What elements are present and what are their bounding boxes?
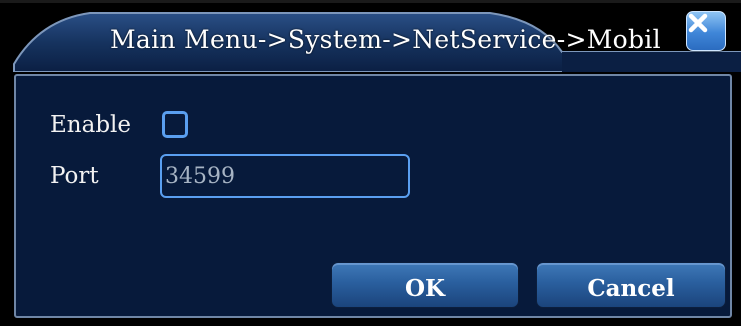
title-bar: Main Menu->System->NetService->Mobil (0, 0, 741, 72)
enable-checkbox[interactable] (162, 111, 188, 138)
ok-button[interactable]: OK (331, 262, 519, 308)
mobile-service-dialog: Main Menu->System->NetService->Mobil Ena… (0, 0, 741, 326)
enable-label: Enable (50, 112, 132, 138)
port-label: Port (50, 163, 99, 189)
dialog-title: Main Menu->System->NetService->Mobil (110, 25, 661, 54)
close-button[interactable] (686, 11, 726, 51)
cancel-button-label: Cancel (587, 274, 675, 302)
settings-panel: Enable Port OK Cancel (14, 74, 732, 318)
ok-button-label: OK (404, 274, 446, 302)
port-input[interactable] (160, 154, 410, 198)
cancel-button[interactable]: Cancel (536, 262, 726, 308)
close-icon (688, 13, 708, 33)
